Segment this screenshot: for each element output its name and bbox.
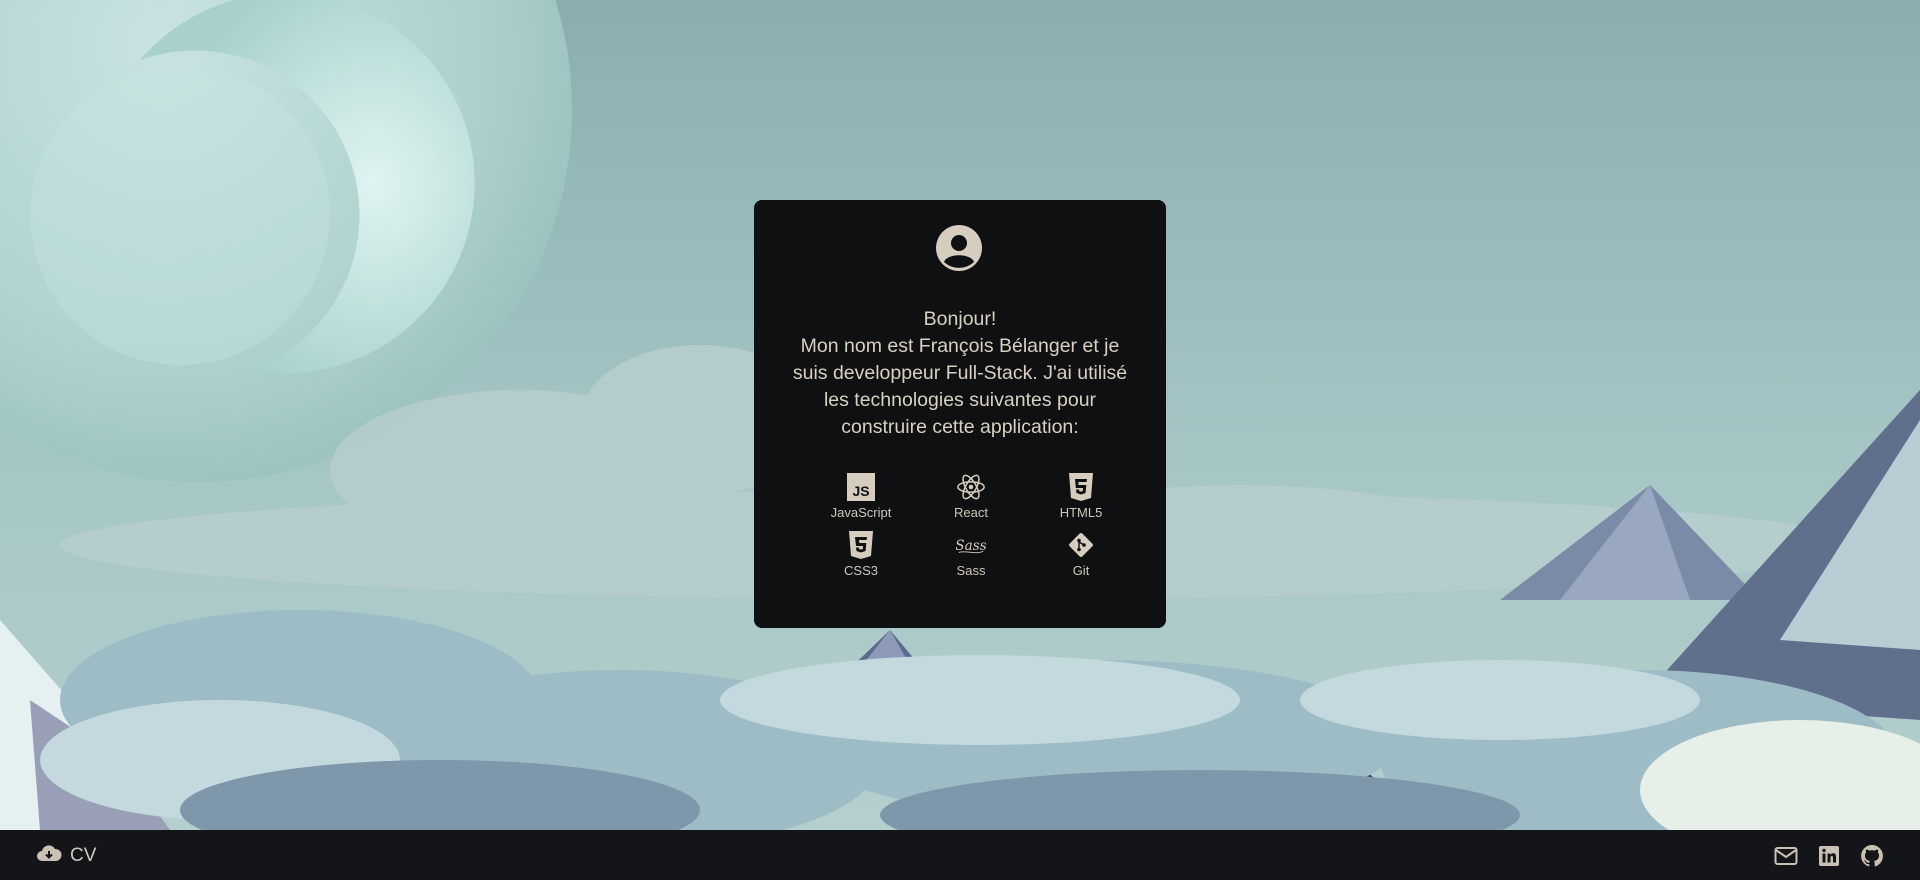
tech-label: CSS3 (844, 563, 878, 578)
intro-line: suis developpeur Full-Stack. J'ai utilis… (792, 362, 1128, 384)
tech-label: Git (1072, 563, 1090, 578)
css3-icon (846, 530, 876, 560)
github-icon (1860, 844, 1883, 866)
sass-icon: Sass (956, 530, 986, 560)
footer-bar: CV (0, 830, 1920, 880)
user-avatar-icon (936, 225, 982, 271)
intro-text: Bonjour! Mon nom est François Bélanger e… (784, 306, 1136, 441)
tech-label: Sass (956, 563, 986, 578)
greeting: Bonjour! (923, 308, 997, 330)
tech-item-react: React (916, 472, 1026, 520)
cv-download-button[interactable]: CV (36, 843, 96, 868)
intro-card: Bonjour! Mon nom est François Bélanger e… (754, 200, 1166, 628)
tech-item-git: Git (1026, 530, 1136, 578)
technologies-list: JS JavaScript React HTML5 CSS3 Sass Sass… (806, 472, 1136, 578)
tech-item-sass: Sass Sass (916, 530, 1026, 578)
cloud-download-icon (36, 843, 62, 868)
intro-line: construire cette application: (841, 416, 1079, 438)
intro-line: les technologies suivantes pour (823, 389, 1097, 411)
linkedin-icon (1818, 845, 1839, 866)
svg-text:Sass: Sass (956, 538, 986, 554)
email-icon (1774, 846, 1797, 865)
git-icon (1066, 530, 1096, 560)
react-icon (956, 472, 986, 502)
tech-item-html5: HTML5 (1026, 472, 1136, 520)
cv-label: CV (70, 844, 97, 866)
email-link[interactable] (1773, 843, 1798, 868)
tech-label: React (954, 505, 988, 520)
tech-item-css3: CSS3 (806, 530, 916, 578)
svg-text:JS: JS (852, 483, 869, 499)
tech-item-javascript: JS JavaScript (806, 472, 916, 520)
javascript-icon: JS (846, 472, 876, 502)
social-links (1773, 843, 1884, 868)
github-link[interactable] (1859, 843, 1884, 868)
html5-icon (1066, 472, 1096, 502)
tech-label: HTML5 (1059, 505, 1103, 520)
linkedin-link[interactable] (1816, 843, 1841, 868)
tech-label: JavaScript (830, 505, 892, 520)
intro-line: Mon nom est François Bélanger et je (800, 335, 1120, 357)
